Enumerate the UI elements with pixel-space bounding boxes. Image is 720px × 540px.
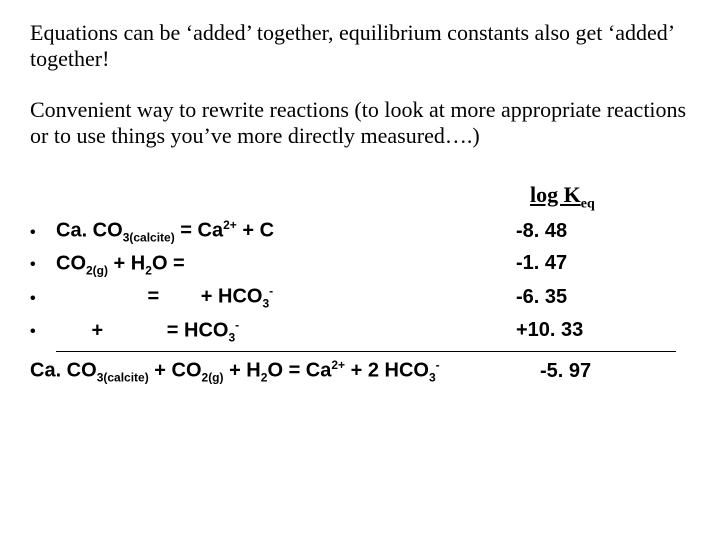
hidden-box-2 bbox=[190, 252, 284, 276]
bullet-icon: • bbox=[30, 220, 56, 246]
result-value: -5. 97 bbox=[540, 360, 591, 383]
value-1: -8. 48 bbox=[516, 220, 567, 243]
hidden-box-3b bbox=[165, 285, 201, 309]
equation-1: Ca. CO3(calcite) = Ca2+ + C bbox=[56, 218, 516, 245]
equation-row-4: • + = HCO3- +10. 33 bbox=[30, 318, 690, 346]
bullet-icon: • bbox=[30, 319, 56, 345]
equation-3: = + HCO3- bbox=[56, 284, 516, 311]
log-keq-prefix: log K bbox=[530, 182, 581, 207]
bullet-icon: • bbox=[30, 252, 56, 278]
intro-paragraph-1: Equations can be ‘added’ together, equil… bbox=[30, 20, 690, 73]
equation-row-3: • = + HCO3- -6. 35 bbox=[30, 284, 690, 312]
log-keq-header: log Keq bbox=[530, 182, 595, 212]
hidden-box-4a bbox=[56, 319, 86, 343]
value-2: -1. 47 bbox=[516, 252, 567, 275]
bullet-icon: • bbox=[30, 286, 56, 312]
sum-divider bbox=[56, 351, 676, 352]
hidden-box-4b bbox=[109, 319, 167, 343]
intro-paragraph-2: Convenient way to rewrite reactions (to … bbox=[30, 97, 690, 150]
equation-row-2: • CO2(g) + H2O = -1. 47 bbox=[30, 252, 690, 278]
hidden-box-3a bbox=[56, 285, 142, 309]
equation-4: + = HCO3- bbox=[56, 318, 516, 345]
equation-row-1: • Ca. CO3(calcite) = Ca2+ + C -8. 48 bbox=[30, 218, 690, 246]
equation-2: CO2(g) + H2O = bbox=[56, 252, 516, 277]
result-row: Ca. CO3(calcite) + CO2(g) + H2O = Ca2+ +… bbox=[30, 358, 690, 385]
hidden-box-1 bbox=[274, 219, 372, 243]
result-equation: Ca. CO3(calcite) + CO2(g) + H2O = Ca2+ +… bbox=[30, 358, 540, 385]
value-3: -6. 35 bbox=[516, 286, 567, 309]
value-4: +10. 33 bbox=[516, 319, 583, 342]
log-keq-sub: eq bbox=[581, 196, 595, 211]
column-header-row: log Keq bbox=[30, 182, 690, 212]
